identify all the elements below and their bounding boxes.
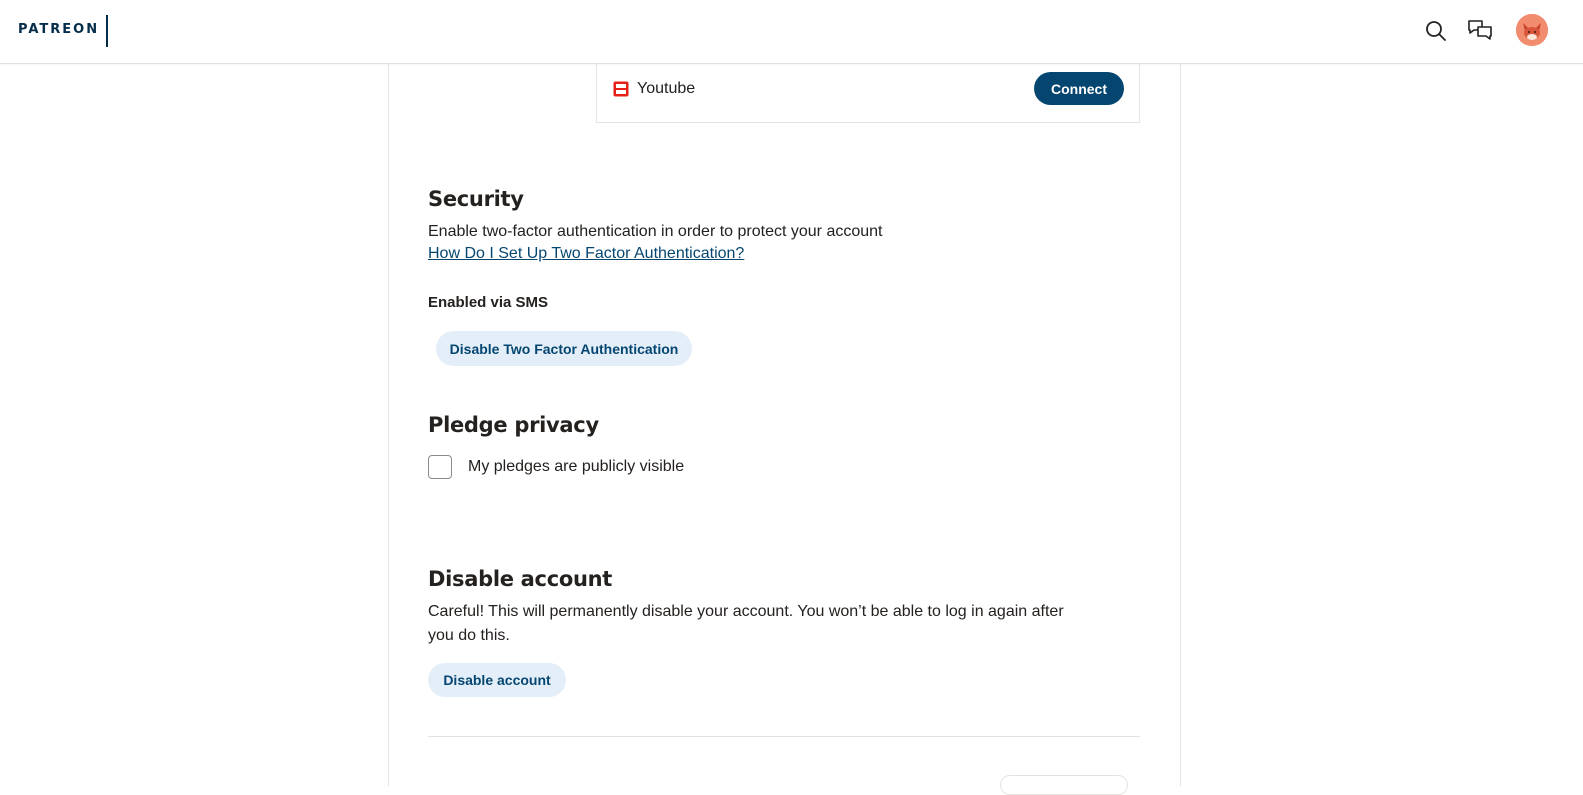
disable-two-factor-button[interactable]: Disable Two Factor Authentication — [436, 331, 692, 366]
two-factor-help-link[interactable]: How Do I Set Up Two Factor Authenticatio… — [428, 245, 744, 263]
youtube-label: Youtube — [637, 80, 696, 97]
messages-icon[interactable] — [1467, 18, 1493, 44]
two-factor-status: Enabled via SMS — [428, 294, 549, 311]
pledges-public-checkbox[interactable] — [428, 455, 452, 479]
security-heading: Security — [428, 187, 524, 211]
disable-account-heading: Disable account — [428, 567, 613, 591]
top-nav-bar: PATREON — [0, 0, 1583, 64]
section-divider — [428, 736, 1140, 737]
disable-account-button[interactable]: Disable account — [428, 663, 566, 697]
fox-avatar-icon — [1516, 14, 1548, 46]
footer-button-partial[interactable] — [1000, 775, 1128, 795]
youtube-connect-button[interactable]: Connect — [1034, 72, 1124, 105]
patreon-logo[interactable]: PATREON — [18, 22, 99, 37]
user-avatar[interactable] — [1516, 14, 1548, 46]
pledges-public-label[interactable]: My pledges are publicly visible — [468, 458, 684, 476]
security-description: Enable two-factor authentication in orde… — [428, 223, 883, 240]
search-icon[interactable] — [1423, 18, 1449, 44]
pledge-privacy-heading: Pledge privacy — [428, 413, 599, 437]
logo-divider — [106, 15, 108, 47]
youtube-connection-row: Youtube Connect — [596, 63, 1140, 123]
disable-account-warning: Careful! This will permanently disable y… — [428, 603, 1064, 644]
youtube-icon — [613, 81, 629, 97]
